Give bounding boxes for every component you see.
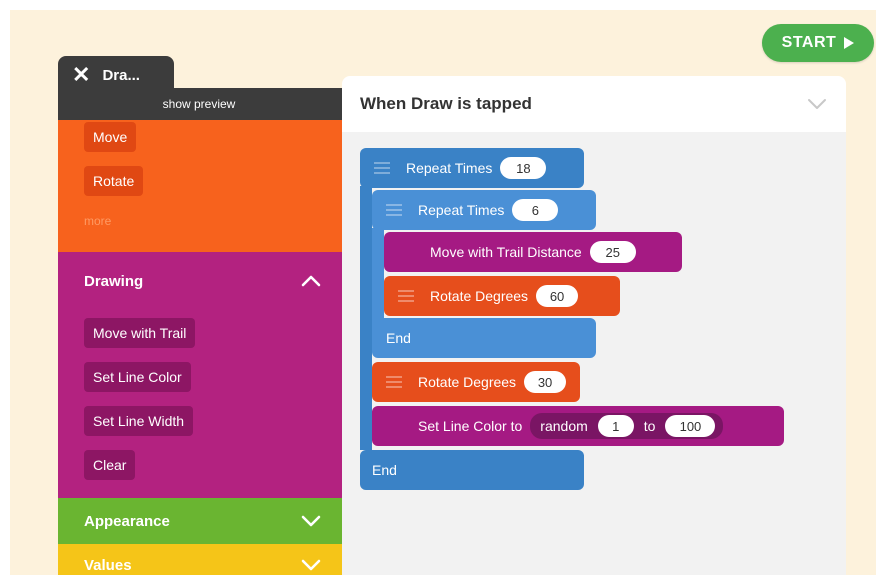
random-to-value[interactable]: 100: [665, 415, 716, 437]
repeat-inner-frame: [372, 228, 384, 328]
random-from-value[interactable]: 1: [597, 415, 634, 437]
start-button[interactable]: START: [762, 24, 874, 62]
random-label: random: [540, 418, 588, 434]
palette-rotate[interactable]: Rotate: [84, 166, 144, 196]
move-with-trail-block[interactable]: Move with Trail Distance 25: [384, 232, 682, 272]
drawing-header[interactable]: Drawing: [58, 260, 344, 302]
rotate-outer-value[interactable]: 30: [524, 371, 567, 393]
repeat-inner-value[interactable]: 6: [512, 199, 559, 221]
set-line-color-block[interactable]: Set Line Color to random 1 to 100: [372, 406, 784, 446]
show-preview-button[interactable]: show preview: [58, 88, 344, 120]
rule-header[interactable]: When Draw is tapped: [342, 76, 846, 132]
set-line-color-label: Set Line Color to: [418, 418, 523, 434]
palette-set-line-color[interactable]: Set Line Color: [84, 362, 191, 392]
repeat-inner-block[interactable]: Repeat Times 6: [372, 190, 596, 230]
random-to-label: to: [643, 418, 656, 434]
drawing-section: Drawing Move with Trail Set Line Color S…: [58, 252, 344, 498]
repeat-outer-block[interactable]: Repeat Times 18: [360, 148, 584, 188]
script-canvas[interactable]: Repeat Times 18 Repeat Times 6 Move with…: [342, 132, 846, 575]
play-icon: [844, 37, 855, 49]
chevron-up-icon: [301, 275, 321, 287]
rotate-outer-block[interactable]: Rotate Degrees 30: [372, 362, 580, 402]
palette-move-with-trail[interactable]: Move with Trail: [84, 318, 196, 348]
drag-handle-icon[interactable]: [374, 162, 390, 174]
appearance-header[interactable]: Appearance: [58, 500, 344, 542]
show-preview-label: show preview: [162, 97, 236, 111]
close-icon[interactable]: ✕: [72, 64, 90, 86]
start-label: START: [781, 34, 837, 51]
tab-title: Dra...: [102, 66, 140, 84]
appearance-title: Appearance: [84, 512, 170, 530]
rotate-inner-block[interactable]: Rotate Degrees 60: [384, 276, 620, 316]
move-with-trail-label: Move with Trail Distance: [430, 244, 582, 260]
end-outer-label: End: [372, 462, 397, 478]
drag-handle-icon[interactable]: [386, 204, 402, 216]
end-outer-block[interactable]: End: [360, 450, 584, 490]
repeat-outer-frame: [360, 186, 372, 450]
move-with-trail-value[interactable]: 25: [589, 241, 636, 263]
app-stage: START ✕ Dra... show preview Move Rotate …: [10, 10, 876, 575]
drag-handle-icon[interactable]: [386, 376, 402, 388]
values-section[interactable]: Values: [58, 544, 344, 575]
values-title: Values: [84, 556, 132, 574]
palette-more-link[interactable]: more: [84, 214, 111, 228]
palette-set-line-width[interactable]: Set Line Width: [84, 406, 194, 436]
motion-section: Move Rotate more: [58, 120, 344, 252]
random-reporter[interactable]: random 1 to 100: [530, 413, 724, 439]
chevron-down-icon: [301, 515, 321, 527]
rotate-inner-label: Rotate Degrees: [430, 288, 529, 304]
rotate-inner-value[interactable]: 60: [536, 285, 579, 307]
chevron-down-icon[interactable]: [806, 97, 828, 111]
end-inner-block[interactable]: End: [372, 318, 596, 358]
repeat-outer-label: Repeat Times: [406, 160, 493, 176]
palette-clear[interactable]: Clear: [84, 450, 136, 480]
chevron-down-icon: [301, 559, 321, 571]
end-inner-label: End: [386, 330, 411, 346]
repeat-inner-label: Repeat Times: [418, 202, 505, 218]
rotate-outer-label: Rotate Degrees: [418, 374, 517, 390]
rule-title: When Draw is tapped: [360, 94, 532, 113]
drawing-title: Drawing: [84, 272, 144, 290]
repeat-outer-value[interactable]: 18: [500, 157, 547, 179]
appearance-section[interactable]: Appearance: [58, 498, 344, 544]
values-header[interactable]: Values: [58, 544, 344, 575]
drag-handle-icon[interactable]: [398, 290, 414, 302]
palette-move[interactable]: Move: [84, 122, 137, 152]
